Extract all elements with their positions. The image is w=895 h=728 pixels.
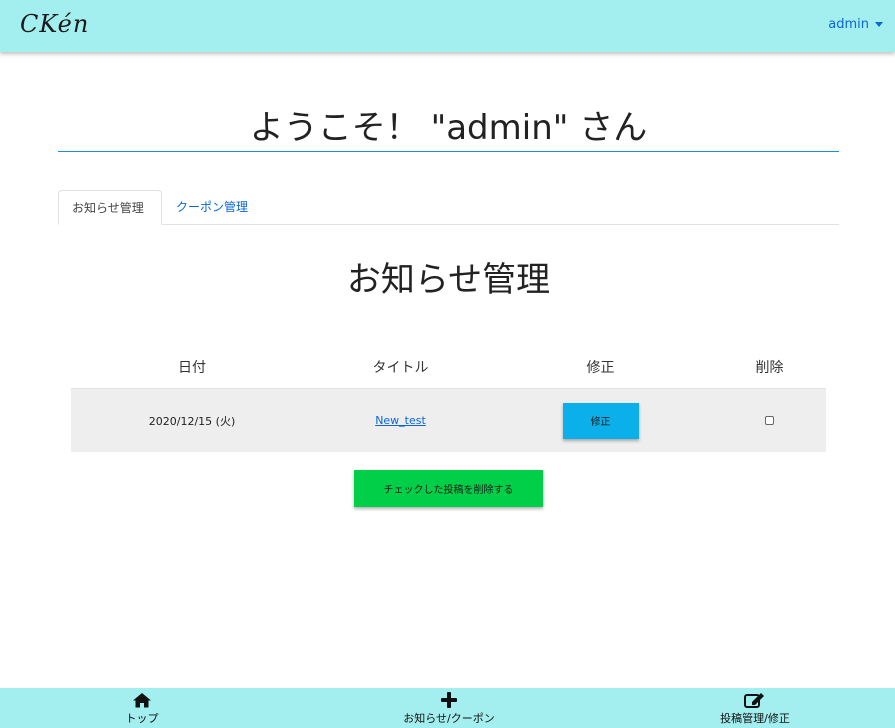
nav-post-management-label: 投稿管理/修正 (720, 712, 790, 725)
welcome-heading: ようこそ！ "admin" さん (249, 108, 648, 148)
row-delete-cell (713, 389, 826, 452)
header-delete: 削除 (755, 360, 784, 376)
row-title-cell: New_test (313, 389, 488, 452)
row-title-link[interactable]: New_test (375, 414, 426, 427)
nav-news-coupon[interactable]: お知らせ/クーポン (369, 692, 529, 726)
delete-checkbox[interactable] (765, 416, 774, 425)
top-navbar: CKén admin (0, 0, 895, 52)
section-title: お知らせ管理 (346, 260, 551, 300)
table-header-row: 日付 タイトル 修正 削除 (71, 345, 826, 389)
row-edit-cell: 修正 (488, 389, 713, 452)
user-menu-dropdown[interactable]: admin (828, 17, 883, 32)
home-icon (133, 693, 151, 708)
plus-icon (441, 692, 457, 708)
edit-icon (744, 693, 764, 708)
edit-button[interactable]: 修正 (562, 402, 639, 439)
brand-logo[interactable]: CKén (20, 10, 89, 38)
caret-down-icon (875, 22, 883, 27)
tab-bar: お知らせ管理 クーポン管理 (58, 190, 839, 225)
tab-news-management[interactable]: お知らせ管理 (58, 190, 162, 225)
header-date: 日付 (178, 360, 206, 376)
welcome-divider (58, 151, 839, 152)
nav-top-label: トップ (125, 712, 159, 725)
header-title: タイトル (372, 360, 429, 376)
table-row: 2020/12/15 (火) New_test 修正 (71, 389, 826, 452)
bottom-navbar: トップ お知らせ/クーポン 投稿管理/修正 (0, 688, 895, 728)
nav-top[interactable]: トップ (62, 692, 222, 726)
tab-coupon-management[interactable]: クーポン管理 (163, 190, 261, 225)
row-date: 2020/12/15 (火) (148, 414, 236, 428)
user-menu-label: admin (828, 17, 869, 32)
delete-checked-button[interactable]: チェックした投稿を削除する (354, 470, 543, 507)
header-edit: 修正 (586, 360, 615, 376)
nav-post-management[interactable]: 投稿管理/修正 (675, 692, 835, 726)
nav-news-coupon-label: お知らせ/クーポン (403, 712, 495, 725)
news-table: 日付 タイトル 修正 削除 2020/12/15 (火) New_test 修正 (71, 345, 826, 452)
